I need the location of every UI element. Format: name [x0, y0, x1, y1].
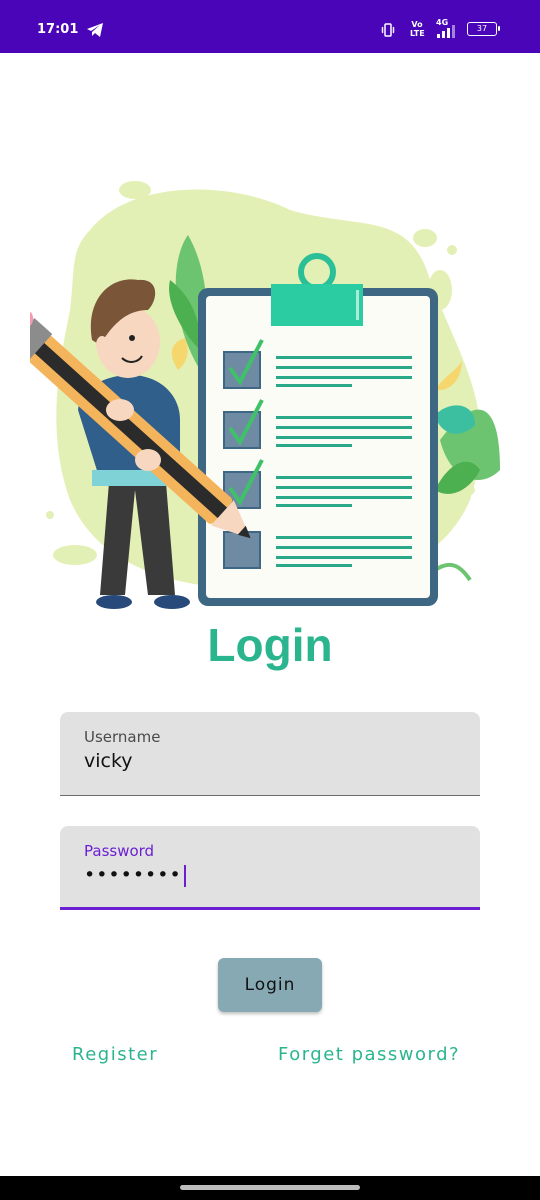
navigation-bar	[0, 1176, 540, 1200]
password-input[interactable]: ••••••••	[84, 864, 186, 887]
status-bar: 17:01 Vo LTE 4G 37	[0, 0, 540, 53]
password-label: Password	[84, 842, 155, 860]
password-field[interactable]: Password ••••••••	[60, 826, 480, 910]
forget-password-link[interactable]: Forget password?	[278, 1044, 460, 1065]
clock: 17:01	[37, 22, 79, 37]
vibrate-icon	[381, 23, 395, 37]
username-input[interactable]: vicky	[84, 750, 133, 772]
telegram-icon	[87, 23, 103, 37]
volte-line2: LTE	[410, 29, 425, 38]
checklist-illustration	[30, 181, 500, 609]
home-gesture-handle[interactable]	[180, 1185, 360, 1190]
username-label: Username	[84, 728, 161, 746]
battery-icon: 37	[467, 22, 500, 36]
volte-indicator: Vo LTE	[410, 20, 425, 38]
battery-level: 37	[476, 24, 488, 33]
volte-line1: Vo	[411, 20, 423, 29]
password-value: ••••••••	[84, 864, 182, 886]
login-button[interactable]: Login	[218, 958, 322, 1012]
register-link[interactable]: Register	[72, 1044, 158, 1065]
username-field[interactable]: Username vicky	[60, 712, 480, 796]
signal-icon: 4G	[436, 18, 460, 40]
text-caret	[183, 864, 186, 887]
page-title: Login	[207, 619, 333, 671]
